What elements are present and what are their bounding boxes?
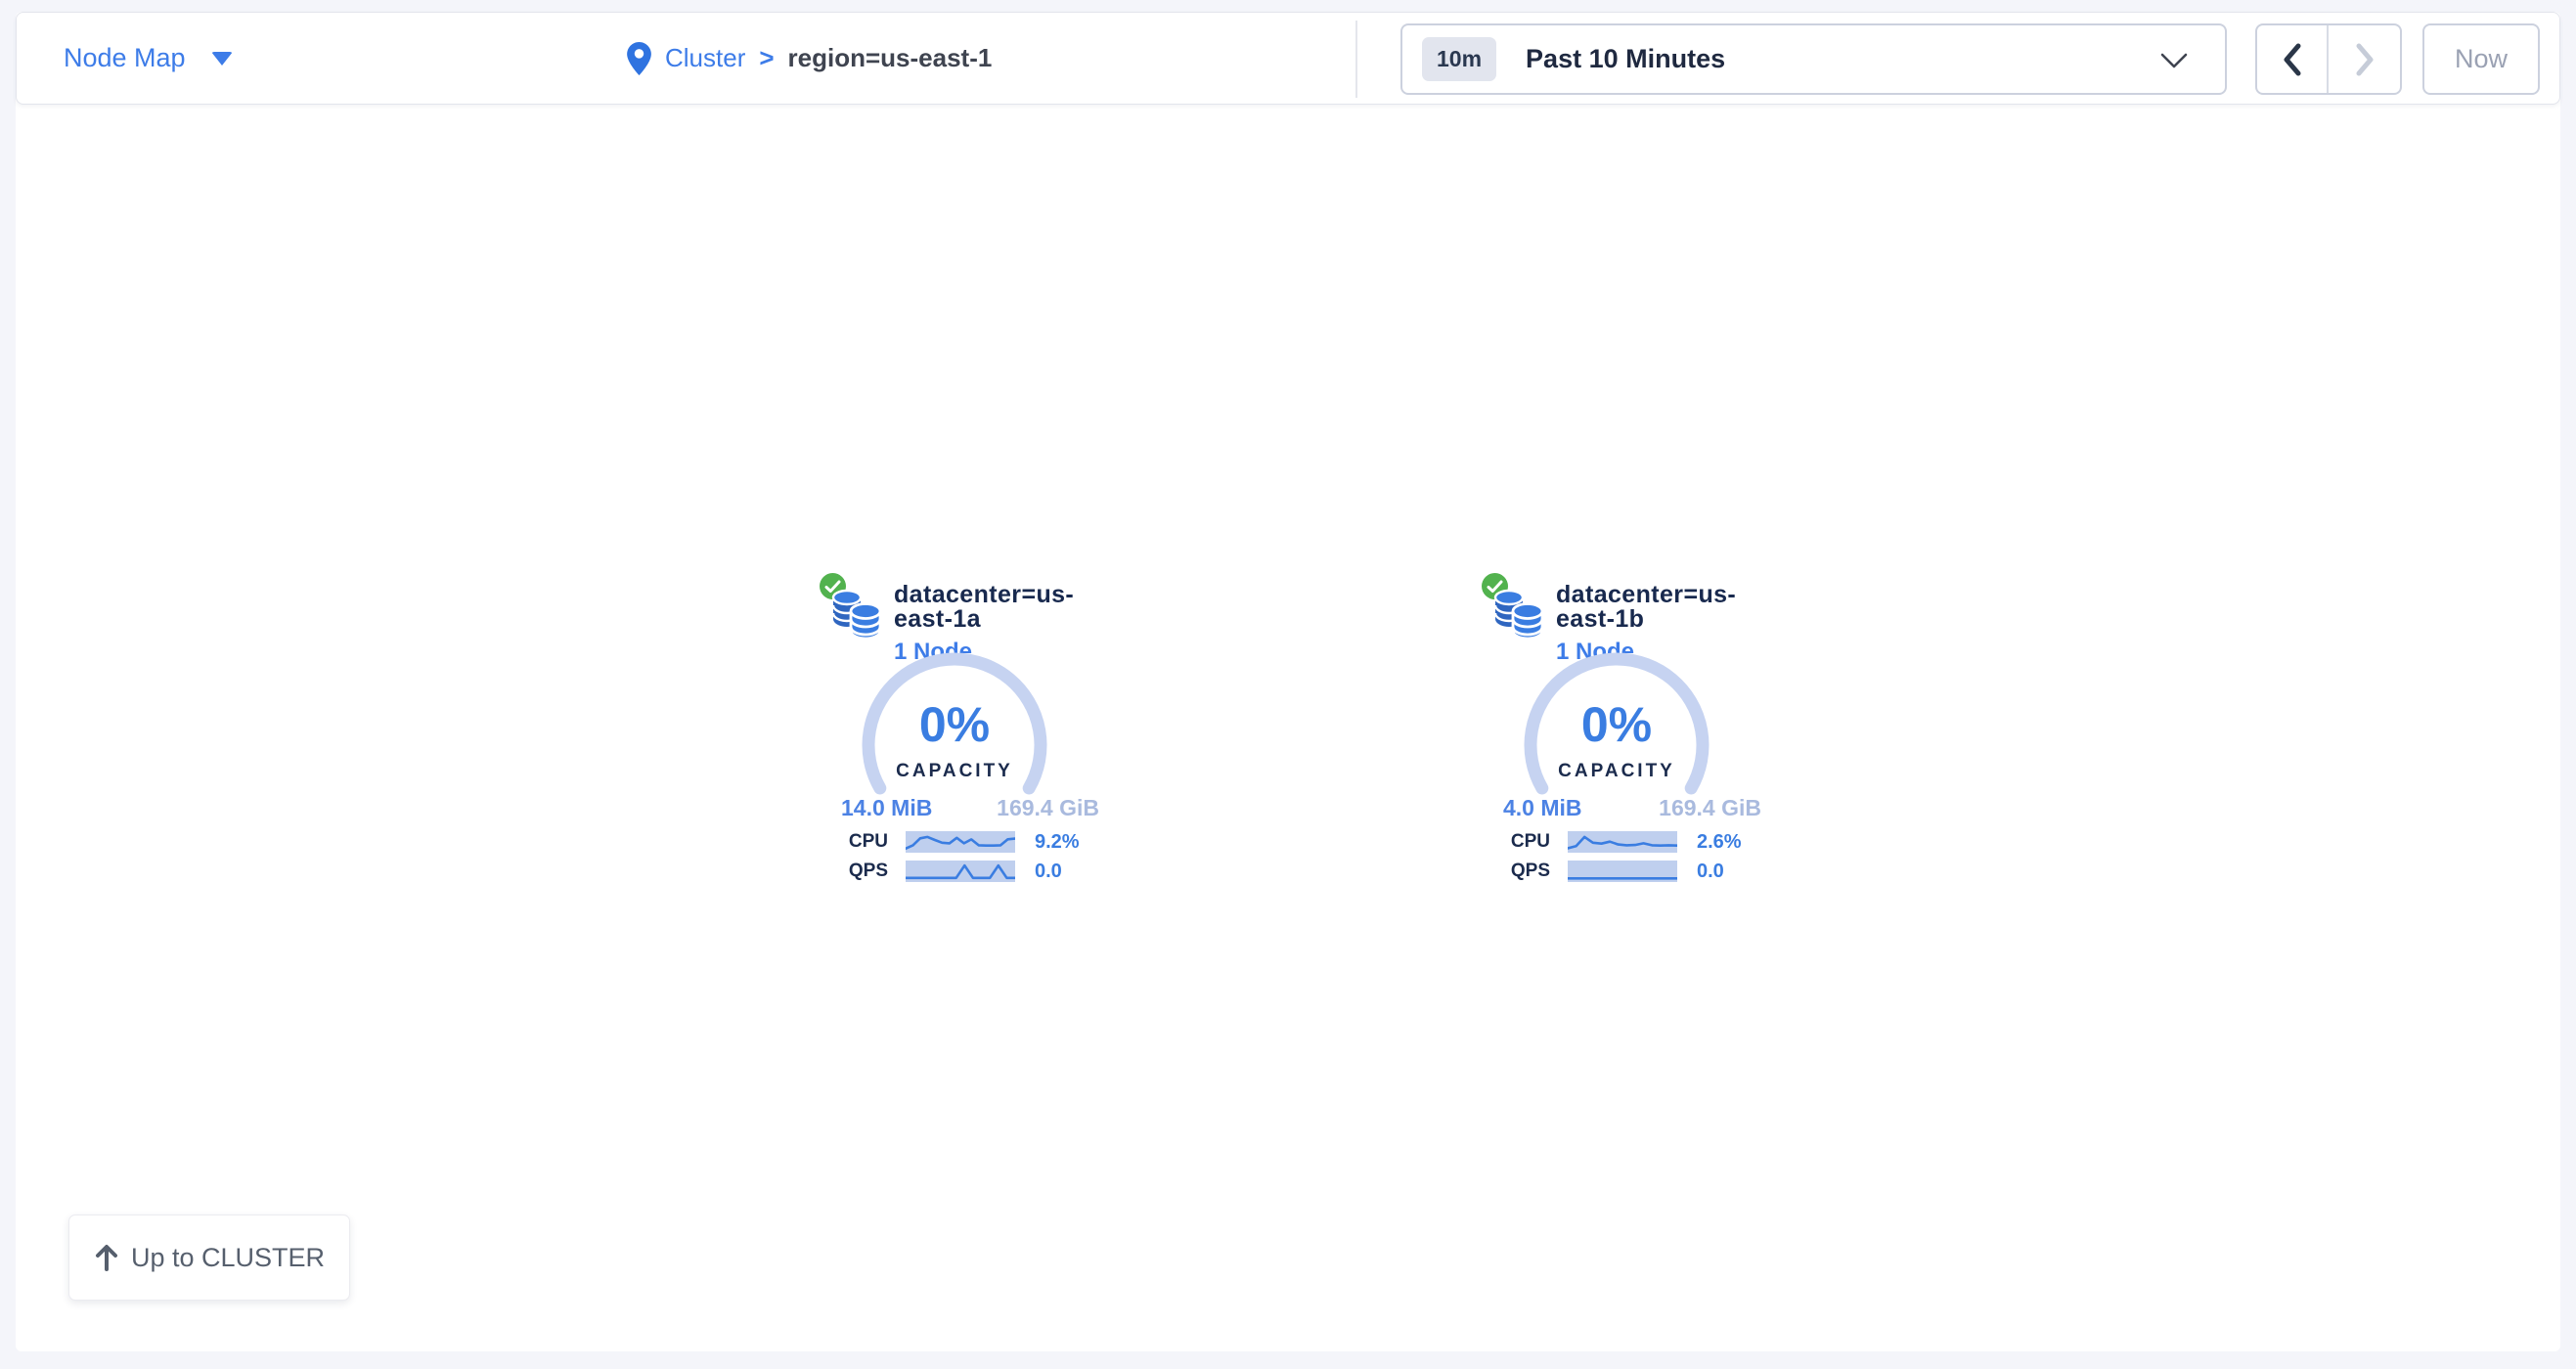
- view-selector[interactable]: Node Map: [64, 13, 233, 104]
- time-range-selector[interactable]: 10m Past 10 Minutes: [1400, 23, 2227, 95]
- cpu-sparkline: [1568, 831, 1677, 853]
- cpu-sparkline: [906, 831, 1015, 853]
- view-selector-label: Node Map: [64, 43, 186, 73]
- chevron-left-icon: [2283, 43, 2302, 76]
- toolbar: Node Map Cluster > region=us-east-1 10m …: [16, 12, 2560, 105]
- datacenter-card-us-east-1b[interactable]: datacenter=us-east-1b 1 Node 0% CAPACITY…: [1482, 573, 1767, 900]
- time-prev-button[interactable]: [2257, 25, 2329, 93]
- up-to-cluster-label: Up to CLUSTER: [131, 1243, 325, 1273]
- toolbar-divider: [1355, 21, 1357, 98]
- qps-value: 0.0: [1035, 861, 1062, 883]
- datacenter-card-us-east-1a[interactable]: datacenter=us-east-1a 1 Node 0% CAPACITY…: [820, 573, 1105, 900]
- location-pin-icon: [627, 42, 651, 75]
- qps-row: QPS 0.0: [820, 860, 1105, 883]
- breadcrumb-separator: >: [759, 43, 774, 73]
- caret-down-icon: [211, 52, 233, 66]
- capacity-used: 14.0 MiB: [841, 795, 932, 821]
- chevron-right-icon: [2355, 43, 2375, 76]
- time-range-badge: 10m: [1422, 37, 1496, 81]
- database-stack-icon: [829, 589, 884, 643]
- capacity-label: CAPACITY: [1519, 761, 1714, 782]
- breadcrumb-cluster-link[interactable]: Cluster: [665, 43, 745, 73]
- database-stack-icon: [1491, 589, 1546, 643]
- qps-sparkline: [906, 861, 1015, 882]
- qps-row: QPS 0.0: [1482, 860, 1767, 883]
- capacity-used: 4.0 MiB: [1503, 795, 1582, 821]
- qps-sparkline: [1568, 861, 1677, 882]
- qps-value: 0.0: [1697, 861, 1724, 883]
- capacity-total: 169.4 GiB: [997, 795, 1099, 821]
- datacenter-title: datacenter=us-east-1b: [1556, 583, 1767, 632]
- chevron-down-icon: [2160, 52, 2188, 69]
- cpu-value: 2.6%: [1697, 831, 1742, 854]
- qps-label: QPS: [820, 861, 888, 882]
- time-range-label: Past 10 Minutes: [1526, 44, 1725, 74]
- datacenter-title: datacenter=us-east-1a: [894, 583, 1105, 632]
- time-nav-group: [2255, 23, 2402, 95]
- capacity-values: 4.0 MiB 169.4 GiB: [1503, 795, 1761, 821]
- capacity-percent: 0%: [857, 696, 1052, 753]
- breadcrumb: Cluster > region=us-east-1: [627, 13, 992, 104]
- cpu-label: CPU: [1482, 831, 1550, 853]
- map-canvas: [16, 12, 2560, 1351]
- node-map-page: { "colors": { "accent_blue": "#3a7de1", …: [0, 0, 2576, 1369]
- cpu-value: 9.2%: [1035, 831, 1080, 854]
- breadcrumb-current: region=us-east-1: [788, 43, 993, 73]
- capacity-percent: 0%: [1519, 696, 1714, 753]
- qps-label: QPS: [1482, 861, 1550, 882]
- cpu-row: CPU 9.2%: [820, 830, 1105, 854]
- arrow-up-icon: [94, 1244, 119, 1271]
- now-button[interactable]: Now: [2422, 23, 2540, 95]
- cpu-label: CPU: [820, 831, 888, 853]
- capacity-label: CAPACITY: [857, 761, 1052, 782]
- capacity-values: 14.0 MiB 169.4 GiB: [841, 795, 1099, 821]
- capacity-total: 169.4 GiB: [1659, 795, 1761, 821]
- time-next-button[interactable]: [2329, 25, 2400, 93]
- cpu-row: CPU 2.6%: [1482, 830, 1767, 854]
- up-to-cluster-button[interactable]: Up to CLUSTER: [68, 1214, 350, 1301]
